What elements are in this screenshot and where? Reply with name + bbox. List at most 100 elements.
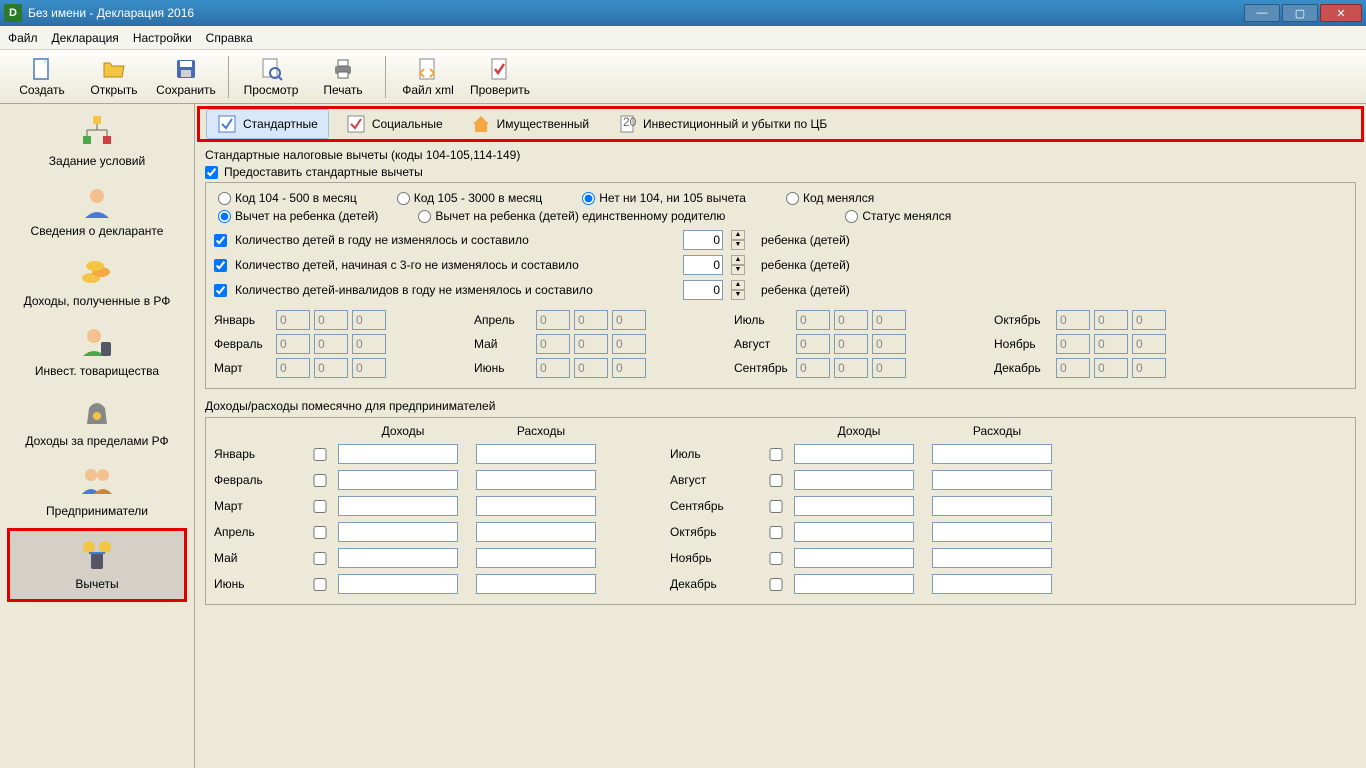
expense-input[interactable] bbox=[932, 548, 1052, 568]
month-check[interactable] bbox=[766, 500, 786, 513]
month-input-b[interactable] bbox=[834, 334, 868, 354]
month-input-a[interactable] bbox=[276, 310, 310, 330]
month-input-b[interactable] bbox=[1094, 358, 1128, 378]
radio-code-changed[interactable]: Код менялся bbox=[786, 191, 874, 205]
expense-input[interactable] bbox=[476, 522, 596, 542]
spin-up[interactable]: ▲ bbox=[731, 230, 745, 240]
create-button[interactable]: Создать bbox=[6, 53, 78, 101]
month-input-b[interactable] bbox=[834, 358, 868, 378]
expense-input[interactable] bbox=[932, 522, 1052, 542]
expense-input[interactable] bbox=[932, 574, 1052, 594]
month-input-c[interactable] bbox=[872, 310, 906, 330]
radio-code104[interactable]: Код 104 - 500 в месяц bbox=[218, 191, 357, 205]
month-check[interactable] bbox=[310, 526, 330, 539]
preview-button[interactable]: Просмотр bbox=[235, 53, 307, 101]
income-input[interactable] bbox=[794, 522, 914, 542]
month-input-b[interactable] bbox=[314, 334, 348, 354]
menu-declaration[interactable]: Декларация bbox=[52, 31, 119, 45]
sidebar-item-declarant[interactable]: Сведения о декларанте bbox=[7, 178, 187, 246]
tab-social[interactable]: Социальные bbox=[335, 109, 454, 139]
month-check[interactable] bbox=[310, 552, 330, 565]
menu-help[interactable]: Справка bbox=[206, 31, 253, 45]
month-input-b[interactable] bbox=[574, 310, 608, 330]
income-input[interactable] bbox=[338, 470, 458, 490]
print-button[interactable]: Печать bbox=[307, 53, 379, 101]
income-input[interactable] bbox=[794, 548, 914, 568]
expense-input[interactable] bbox=[932, 470, 1052, 490]
month-input-a[interactable] bbox=[796, 310, 830, 330]
month-check[interactable] bbox=[310, 448, 330, 461]
month-input-c[interactable] bbox=[1132, 310, 1166, 330]
children-count-check-3[interactable] bbox=[214, 284, 227, 297]
month-check[interactable] bbox=[310, 474, 330, 487]
spin-up[interactable]: ▲ bbox=[731, 255, 745, 265]
expense-input[interactable] bbox=[476, 444, 596, 464]
spin-down[interactable]: ▼ bbox=[731, 290, 745, 300]
income-input[interactable] bbox=[794, 444, 914, 464]
expense-input[interactable] bbox=[476, 574, 596, 594]
sidebar-item-income-abroad[interactable]: Доходы за пределами РФ bbox=[7, 388, 187, 456]
month-check[interactable] bbox=[310, 500, 330, 513]
month-input-a[interactable] bbox=[276, 358, 310, 378]
save-button[interactable]: Сохранить bbox=[150, 53, 222, 101]
children-count-check-2[interactable] bbox=[214, 259, 227, 272]
income-input[interactable] bbox=[794, 470, 914, 490]
month-check[interactable] bbox=[310, 578, 330, 591]
month-input-c[interactable] bbox=[612, 334, 646, 354]
open-button[interactable]: Открыть bbox=[78, 53, 150, 101]
tab-property[interactable]: Имущественный bbox=[460, 109, 600, 139]
sidebar-item-invest[interactable]: Инвест. товарищества bbox=[7, 318, 187, 386]
income-input[interactable] bbox=[338, 496, 458, 516]
expense-input[interactable] bbox=[476, 496, 596, 516]
month-input-a[interactable] bbox=[536, 310, 570, 330]
month-check[interactable] bbox=[766, 526, 786, 539]
month-input-a[interactable] bbox=[276, 334, 310, 354]
check-button[interactable]: Проверить bbox=[464, 53, 536, 101]
income-input[interactable] bbox=[794, 496, 914, 516]
month-check[interactable] bbox=[766, 474, 786, 487]
sidebar-item-entrepreneurs[interactable]: Предприниматели bbox=[7, 458, 187, 526]
month-input-b[interactable] bbox=[314, 310, 348, 330]
income-input[interactable] bbox=[338, 574, 458, 594]
month-input-b[interactable] bbox=[574, 358, 608, 378]
month-input-b[interactable] bbox=[314, 358, 348, 378]
month-input-a[interactable] bbox=[536, 358, 570, 378]
menu-settings[interactable]: Настройки bbox=[133, 31, 192, 45]
month-input-c[interactable] bbox=[872, 358, 906, 378]
month-input-c[interactable] bbox=[1132, 334, 1166, 354]
radio-child-deduction[interactable]: Вычет на ребенка (детей) bbox=[218, 209, 378, 223]
children-count-3[interactable] bbox=[683, 280, 723, 300]
provide-checkbox-row[interactable]: Предоставить стандартные вычеты bbox=[205, 165, 1356, 179]
month-input-a[interactable] bbox=[1056, 310, 1090, 330]
month-input-b[interactable] bbox=[1094, 310, 1128, 330]
expense-input[interactable] bbox=[476, 548, 596, 568]
month-input-a[interactable] bbox=[1056, 358, 1090, 378]
provide-checkbox[interactable] bbox=[205, 166, 218, 179]
spin-down[interactable]: ▼ bbox=[731, 240, 745, 250]
minimize-button[interactable]: — bbox=[1244, 4, 1280, 22]
radio-status-changed[interactable]: Статус менялся bbox=[845, 209, 951, 223]
expense-input[interactable] bbox=[932, 496, 1052, 516]
expense-input[interactable] bbox=[932, 444, 1052, 464]
expense-input[interactable] bbox=[476, 470, 596, 490]
children-count-2[interactable] bbox=[683, 255, 723, 275]
spin-up[interactable]: ▲ bbox=[731, 280, 745, 290]
radio-no-code[interactable]: Нет ни 104, ни 105 вычета bbox=[582, 191, 746, 205]
close-button[interactable]: ✕ bbox=[1320, 4, 1362, 22]
tab-standard[interactable]: Стандартные bbox=[206, 109, 329, 139]
children-count-check-1[interactable] bbox=[214, 234, 227, 247]
sidebar-item-conditions[interactable]: Задание условий bbox=[7, 108, 187, 176]
sidebar-item-income-rf[interactable]: Доходы, полученные в РФ bbox=[7, 248, 187, 316]
month-input-a[interactable] bbox=[536, 334, 570, 354]
month-input-b[interactable] bbox=[574, 334, 608, 354]
month-input-c[interactable] bbox=[352, 334, 386, 354]
month-input-b[interactable] bbox=[834, 310, 868, 330]
income-input[interactable] bbox=[338, 522, 458, 542]
sidebar-item-deductions[interactable]: Вычеты bbox=[7, 528, 187, 602]
tab-investment[interactable]: 20.. Инвестиционный и убытки по ЦБ bbox=[606, 109, 838, 139]
spin-down[interactable]: ▼ bbox=[731, 265, 745, 275]
radio-code105[interactable]: Код 105 - 3000 в месяц bbox=[397, 191, 542, 205]
month-input-a[interactable] bbox=[796, 358, 830, 378]
month-input-a[interactable] bbox=[796, 334, 830, 354]
month-input-c[interactable] bbox=[612, 358, 646, 378]
